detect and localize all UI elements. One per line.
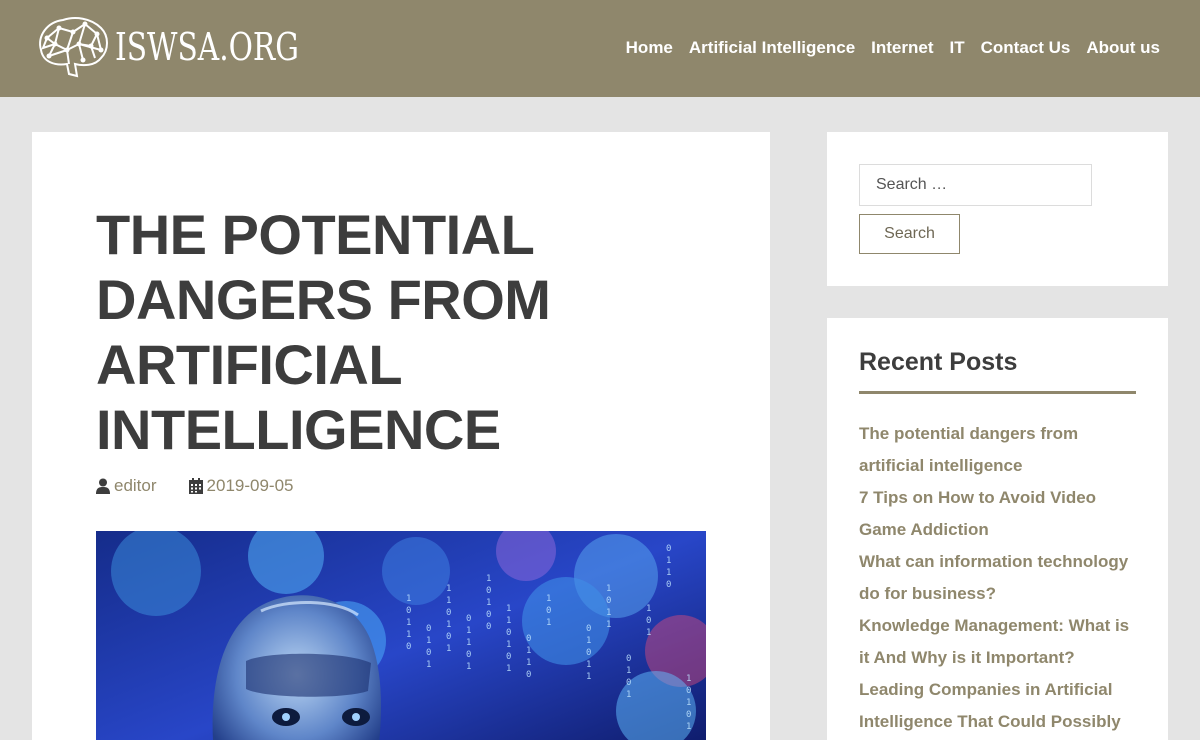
svg-text:1: 1 xyxy=(506,616,511,626)
nav-item-contact-us[interactable]: Contact Us xyxy=(981,38,1071,58)
svg-text:0: 0 xyxy=(406,606,411,616)
svg-text:1: 1 xyxy=(606,584,611,594)
svg-text:0: 0 xyxy=(486,610,491,620)
svg-text:1: 1 xyxy=(686,698,691,708)
recent-post-link[interactable]: 7 Tips on How to Avoid Video Game Addict… xyxy=(859,482,1139,546)
svg-text:1: 1 xyxy=(686,674,691,684)
recent-posts-title: Recent Posts xyxy=(859,348,1018,376)
svg-text:1: 1 xyxy=(666,556,671,566)
svg-text:1: 1 xyxy=(506,640,511,650)
svg-text:1: 1 xyxy=(486,574,491,584)
svg-text:0: 0 xyxy=(646,616,651,626)
svg-text:1: 1 xyxy=(506,604,511,614)
widget-divider xyxy=(859,391,1136,394)
svg-text:1: 1 xyxy=(546,594,551,604)
svg-text:0: 0 xyxy=(526,670,531,680)
svg-text:0: 0 xyxy=(626,654,631,664)
search-widget: Search xyxy=(827,132,1168,286)
svg-text:1: 1 xyxy=(546,618,551,628)
recent-posts-list: The potential dangers from artificial in… xyxy=(859,418,1139,738)
svg-text:0: 0 xyxy=(446,608,451,618)
author-name: editor xyxy=(114,476,157,495)
svg-text:0: 0 xyxy=(506,628,511,638)
svg-text:1: 1 xyxy=(486,598,491,608)
article-meta: editor 2019-09-05 xyxy=(96,476,294,496)
svg-text:1: 1 xyxy=(446,644,451,654)
svg-text:1: 1 xyxy=(466,638,471,648)
recent-posts-widget: Recent Posts The potential dangers from … xyxy=(827,318,1168,740)
main-nav: Home Artificial Intelligence Internet IT… xyxy=(626,38,1160,58)
svg-text:0: 0 xyxy=(686,710,691,720)
svg-text:0: 0 xyxy=(406,642,411,652)
svg-text:1: 1 xyxy=(426,660,431,670)
brain-logo-icon xyxy=(39,17,108,78)
svg-text:0: 0 xyxy=(626,678,631,688)
svg-text:0: 0 xyxy=(486,586,491,596)
article-date[interactable]: 2019-09-05 xyxy=(188,476,294,496)
svg-text:1: 1 xyxy=(686,722,691,732)
article-card: THE POTENTIAL DANGERS FROM ARTIFICIAL IN… xyxy=(32,132,770,740)
svg-text:1: 1 xyxy=(466,662,471,672)
svg-text:0: 0 xyxy=(466,650,471,660)
svg-text:1: 1 xyxy=(526,658,531,668)
svg-text:1: 1 xyxy=(646,604,651,614)
svg-text:0: 0 xyxy=(506,652,511,662)
svg-text:0: 0 xyxy=(446,632,451,642)
logo-text: ISWSA.ORG xyxy=(115,25,299,69)
svg-text:1: 1 xyxy=(626,690,631,700)
recent-post-link[interactable]: The potential dangers from artificial in… xyxy=(859,418,1139,482)
nav-item-artificial-intelligence[interactable]: Artificial Intelligence xyxy=(689,38,855,58)
featured-image[interactable]: 1 0 1 1 0 0 1 0 1 1 1 0 1 0 1 0 1 1 0 1 1 0 1 0 0 1 1 0 1 0 1 0 1 1… xyxy=(96,531,706,740)
svg-text:1: 1 xyxy=(626,666,631,676)
site-header: ISWSA.ORG Home Artificial Intelligence I… xyxy=(0,0,1200,97)
svg-text:1: 1 xyxy=(526,646,531,656)
svg-text:0: 0 xyxy=(586,648,591,658)
svg-text:0: 0 xyxy=(586,624,591,634)
svg-text:1: 1 xyxy=(606,608,611,618)
nav-item-it[interactable]: IT xyxy=(950,38,965,58)
svg-text:1: 1 xyxy=(606,620,611,630)
svg-text:1: 1 xyxy=(466,626,471,636)
svg-text:0: 0 xyxy=(426,648,431,658)
recent-post-link[interactable]: Knowledge Management: What is it And Why… xyxy=(859,610,1139,674)
svg-text:1: 1 xyxy=(586,660,591,670)
nav-item-about-us[interactable]: About us xyxy=(1086,38,1160,58)
calendar-icon xyxy=(188,478,203,494)
svg-text:1: 1 xyxy=(586,636,591,646)
svg-text:0: 0 xyxy=(666,544,671,554)
search-input[interactable] xyxy=(859,164,1092,206)
recent-post-link[interactable]: Leading Companies in Artificial Intellig… xyxy=(859,674,1139,738)
svg-text:0: 0 xyxy=(426,624,431,634)
date-text: 2019-09-05 xyxy=(206,476,294,495)
svg-text:1: 1 xyxy=(426,636,431,646)
svg-text:1: 1 xyxy=(406,630,411,640)
svg-text:1: 1 xyxy=(446,596,451,606)
svg-text:1: 1 xyxy=(666,568,671,578)
svg-text:1: 1 xyxy=(446,584,451,594)
article-author[interactable]: editor xyxy=(96,476,157,496)
svg-text:1: 1 xyxy=(586,672,591,682)
svg-text:0: 0 xyxy=(486,622,491,632)
nav-item-home[interactable]: Home xyxy=(626,38,673,58)
svg-text:1: 1 xyxy=(406,594,411,604)
svg-text:0: 0 xyxy=(546,606,551,616)
svg-text:0: 0 xyxy=(466,614,471,624)
robot-ai-image: 1 0 1 1 0 0 1 0 1 1 1 0 1 0 1 0 1 1 0 1 1 0 1 0 0 1 1 0 1 0 1 0 1 1… xyxy=(96,531,706,740)
article-title: THE POTENTIAL DANGERS FROM ARTIFICIAL IN… xyxy=(96,203,551,461)
recent-post-link[interactable]: What can information technology do for b… xyxy=(859,546,1139,610)
svg-text:0: 0 xyxy=(526,634,531,644)
search-button[interactable]: Search xyxy=(859,214,960,254)
site-logo[interactable]: ISWSA.ORG xyxy=(33,14,351,80)
svg-text:0: 0 xyxy=(666,580,671,590)
svg-text:1: 1 xyxy=(506,664,511,674)
svg-text:0: 0 xyxy=(686,686,691,696)
svg-text:1: 1 xyxy=(406,618,411,628)
svg-text:1: 1 xyxy=(646,628,651,638)
nav-item-internet[interactable]: Internet xyxy=(871,38,933,58)
svg-text:0: 0 xyxy=(606,596,611,606)
user-icon xyxy=(96,478,110,494)
svg-text:1: 1 xyxy=(446,620,451,630)
